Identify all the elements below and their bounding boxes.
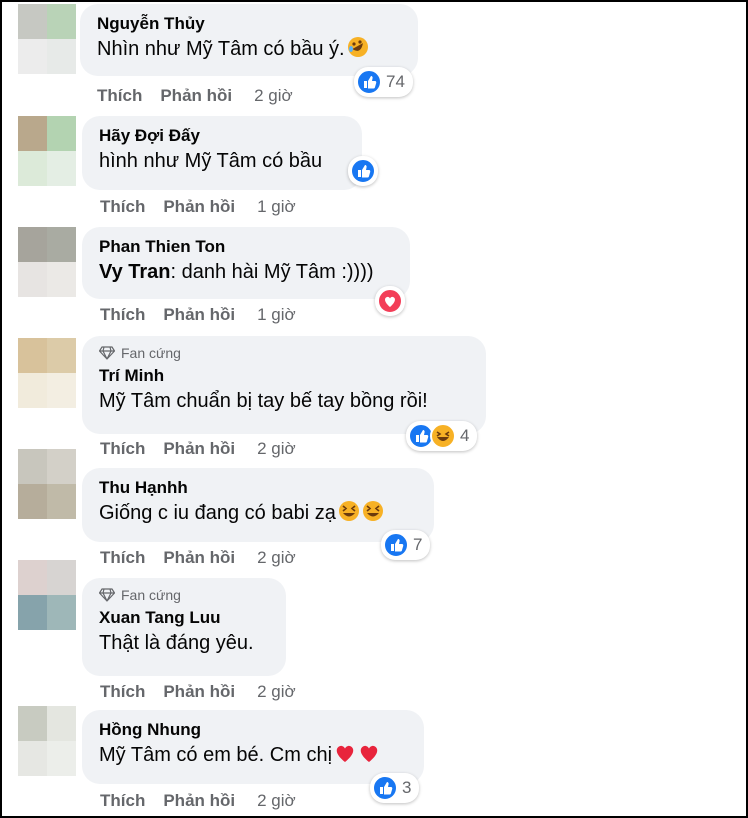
like-link[interactable]: Thích	[100, 791, 145, 811]
comment-actions: Thích Phản hồi 2 giờ	[100, 682, 296, 702]
like-reaction-icon	[383, 532, 409, 558]
fan-badge[interactable]: Fan cứng	[99, 345, 469, 361]
reply-link[interactable]: Phản hồi	[163, 548, 235, 568]
like-link[interactable]: Thích	[100, 197, 145, 217]
red-heart-emoji-icon	[334, 742, 356, 764]
like-link[interactable]: Thích	[100, 439, 145, 459]
comment-text: hình như Mỹ Tâm có bầu	[99, 150, 323, 172]
comment-text: Thật là đáng yêu.	[99, 632, 254, 654]
commenter-name[interactable]: Xuan Tang Luu	[99, 607, 269, 629]
avatar[interactable]	[18, 116, 76, 186]
fan-badge[interactable]: Fan cứng	[99, 587, 269, 603]
timestamp[interactable]: 2 giờ	[257, 439, 296, 459]
mention-link[interactable]: Vy Tran	[99, 261, 171, 283]
avatar[interactable]	[18, 227, 76, 297]
avatar[interactable]	[18, 449, 76, 519]
reaction-count: 4	[460, 426, 470, 445]
commenter-name[interactable]: Thu Hạnhh	[99, 477, 417, 499]
avatar[interactable]	[18, 338, 76, 408]
reply-link[interactable]: Phản hồi	[163, 791, 235, 811]
comment-bubble: Fan cứng Trí Minh Mỹ Tâm chuẩn bị tay bế…	[82, 336, 486, 434]
rofl-emoji-icon	[347, 36, 369, 58]
reply-link[interactable]: Phản hồi	[163, 682, 235, 702]
like-link[interactable]: Thích	[100, 548, 145, 568]
commenter-name[interactable]: Hãy Đợi Đấy	[99, 125, 345, 147]
timestamp[interactable]: 1 giờ	[257, 197, 296, 217]
reply-link[interactable]: Phản hồi	[163, 197, 235, 217]
diamond-icon	[99, 588, 115, 602]
diamond-icon	[99, 346, 115, 360]
comment-bubble: Nguyễn Thủy Nhìn như Mỹ Tâm có bầu ý.	[80, 4, 418, 76]
comment-actions: Thích Phản hồi 1 giờ	[100, 305, 296, 325]
reaction-summary[interactable]: 74	[354, 67, 413, 97]
love-reaction-icon	[377, 288, 403, 314]
reaction-summary[interactable]	[375, 286, 405, 316]
avatar[interactable]	[18, 706, 76, 776]
timestamp[interactable]: 2 giờ	[257, 682, 296, 702]
laughing-squint-emoji-icon	[338, 500, 360, 522]
commenter-name[interactable]: Hồng Nhung	[99, 719, 407, 741]
reaction-count: 7	[413, 535, 423, 554]
comment-bubble: Thu Hạnhh Giống c iu đang có babi zạ	[82, 468, 434, 542]
comment-text: Nhìn như Mỹ Tâm có bầu ý.	[97, 35, 401, 63]
reaction-summary[interactable]: 7	[381, 530, 431, 560]
comment-actions: Thích Phản hồi 2 giờ	[100, 439, 296, 459]
like-link[interactable]: Thích	[100, 682, 145, 702]
like-reaction-icon	[372, 775, 398, 801]
comment-text: Mỹ Tâm có em bé. Cm chị	[99, 741, 407, 769]
comment-text: Giống c iu đang có babi zạ	[99, 499, 417, 527]
reaction-count: 3	[402, 778, 412, 797]
like-reaction-icon	[356, 69, 382, 95]
comment-actions: Thích Phản hồi 2 giờ	[97, 86, 293, 106]
reaction-summary[interactable]: 4	[406, 421, 478, 451]
like-reaction-icon	[350, 158, 376, 184]
haha-reaction-icon	[430, 423, 456, 449]
reaction-summary[interactable]: 3	[370, 773, 420, 803]
comment-bubble: Hãy Đợi Đấy hình như Mỹ Tâm có bầu	[82, 116, 362, 190]
timestamp[interactable]: 1 giờ	[257, 305, 296, 325]
reaction-summary[interactable]	[348, 156, 378, 186]
avatar[interactable]	[18, 4, 76, 74]
avatar[interactable]	[18, 560, 76, 630]
laughing-squint-emoji-icon	[362, 500, 384, 522]
comment-text: Mỹ Tâm chuẩn bị tay bế tay bồng rồi!	[99, 390, 428, 412]
comment-bubble: Fan cứng Xuan Tang Luu Thật là đáng yêu.	[82, 578, 286, 676]
fan-badge-label: Fan cứng	[121, 345, 181, 361]
timestamp[interactable]: 2 giờ	[254, 86, 293, 106]
comment-actions: Thích Phản hồi 1 giờ	[100, 197, 296, 217]
fan-badge-label: Fan cứng	[121, 587, 181, 603]
timestamp[interactable]: 2 giờ	[257, 791, 296, 811]
comment-actions: Thích Phản hồi 2 giờ	[100, 548, 296, 568]
like-link[interactable]: Thích	[97, 86, 142, 106]
like-link[interactable]: Thích	[100, 305, 145, 325]
reply-link[interactable]: Phản hồi	[163, 305, 235, 325]
commenter-name[interactable]: Phan Thien Ton	[99, 236, 393, 258]
comment-bubble: Phan Thien Ton Vy Tran: danh hài Mỹ Tâm …	[82, 227, 410, 299]
reply-link[interactable]: Phản hồi	[160, 86, 232, 106]
commenter-name[interactable]: Trí Minh	[99, 365, 469, 387]
reaction-count: 74	[386, 72, 405, 91]
commenter-name[interactable]: Nguyễn Thủy	[97, 13, 401, 35]
comment-text: Vy Tran: danh hài Mỹ Tâm :))))	[99, 261, 374, 283]
red-heart-emoji-icon	[358, 742, 380, 764]
comment-actions: Thích Phản hồi 2 giờ	[100, 791, 296, 811]
reply-link[interactable]: Phản hồi	[163, 439, 235, 459]
comment-bubble: Hồng Nhung Mỹ Tâm có em bé. Cm chị	[82, 710, 424, 784]
timestamp[interactable]: 2 giờ	[257, 548, 296, 568]
